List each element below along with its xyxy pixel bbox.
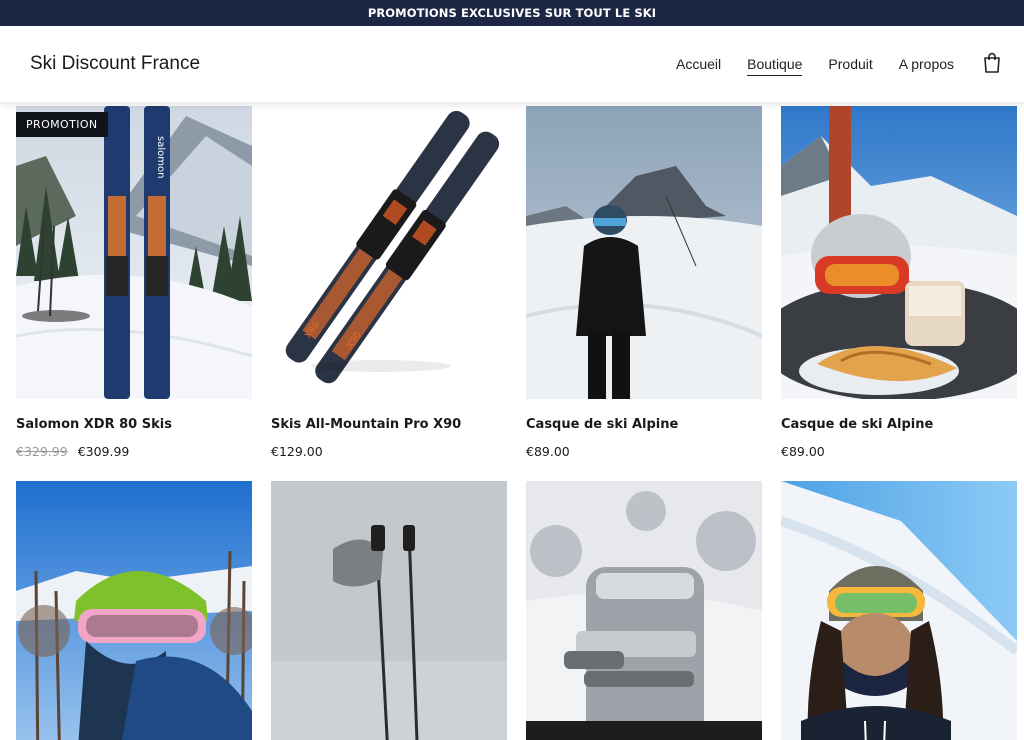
svg-text:salomon: salomon	[155, 136, 166, 178]
product-price: €89.00	[526, 444, 570, 459]
product-price: €129.00	[271, 444, 323, 459]
shopping-bag-icon[interactable]	[983, 52, 1001, 74]
product-image-ski-poles-fog[interactable]	[271, 481, 507, 740]
nav-item-a-propos[interactable]: A propos	[899, 56, 954, 76]
original-price: €329.99	[16, 444, 68, 459]
product-image-skier-mountain[interactable]	[526, 106, 762, 399]
product-title[interactable]: Salomon XDR 80 Skis	[16, 417, 172, 432]
price: €129.00	[271, 444, 323, 459]
nav-item-accueil[interactable]: Accueil	[676, 56, 721, 76]
product-image-green-helmet-skier[interactable]	[16, 481, 252, 740]
product-price: €329.99 €309.99	[16, 444, 129, 459]
product-image-skis-in-snow[interactable]: salomon	[16, 106, 252, 399]
main-nav: Accueil Boutique Produit A propos	[676, 56, 980, 76]
product-price: €89.00	[781, 444, 825, 459]
nav-item-produit[interactable]: Produit	[828, 56, 872, 76]
price: €89.00	[781, 444, 825, 459]
product-title[interactable]: Casque de ski Alpine	[526, 417, 678, 432]
product-title[interactable]: Skis All-Mountain Pro X90	[271, 417, 461, 432]
price: €89.00	[526, 444, 570, 459]
nav-item-boutique[interactable]: Boutique	[747, 56, 803, 76]
product-title[interactable]: Casque de ski Alpine	[781, 417, 933, 432]
site-header: Ski Discount France Accueil Boutique Pro…	[0, 26, 1024, 102]
product-image-selfie-skier[interactable]	[781, 481, 1017, 740]
product-image-helmet-on-table[interactable]	[781, 106, 1017, 399]
promotion-badge: PROMOTION	[16, 112, 108, 137]
sale-price: €309.99	[77, 444, 130, 459]
promo-banner-text: PROMOTIONS EXCLUSIVES SUR TOUT LE SKI	[367, 6, 657, 20]
product-image-skis-product[interactable]: X90 X90	[271, 106, 507, 399]
product-image-ski-boot-snow[interactable]	[526, 481, 762, 740]
promo-banner: PROMOTIONS EXCLUSIVES SUR TOUT LE SKI	[0, 0, 1024, 26]
brand-logo-link[interactable]: Ski Discount France	[30, 53, 200, 75]
